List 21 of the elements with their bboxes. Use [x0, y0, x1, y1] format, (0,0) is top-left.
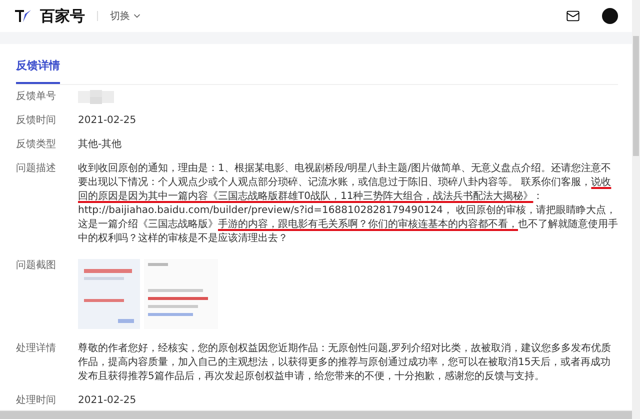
field-label: 反馈类型 [16, 138, 57, 152]
logo-icon [14, 9, 32, 23]
mail-icon[interactable] [566, 9, 580, 23]
field-value: 2021-02-25 [78, 394, 138, 408]
switch-button[interactable]: 切换 [110, 9, 142, 23]
field-label: 问题描述 [16, 162, 57, 176]
field-label: 反馈时间 [16, 114, 57, 128]
field-value: 2021-02-25 [78, 114, 138, 128]
field-value: 尊敬的作者您好，经核实，您的原创权益因您近期作品：无原创性问题,罗列介绍对比类，故被取消，建议您多多发布优质作品，提高内容质量，加入自己的主观想法，以获得更多的推荐与原创通过成功率，您可以在被取消15天后，或者再成功发布且获得推荐5篇作品后，再次发起原创权益申请，给您带来的不便，十分抱歉，感谢您的反馈与支持。 [78, 342, 612, 384]
field-value: 其他-其他 [78, 138, 123, 152]
field-label: 处理时间 [16, 394, 57, 408]
logo-text: 百家号 [40, 6, 85, 26]
field-label: 反馈单号 [16, 90, 57, 104]
field-label: 处理详情 [16, 342, 57, 356]
scrollbar[interactable] [632, 0, 640, 419]
avatar[interactable] [602, 8, 618, 24]
scrollbar[interactable] [0, 410, 632, 419]
redacted-value [78, 90, 114, 104]
field-label: 问题截图 [16, 259, 57, 273]
tab[interactable]: 反馈详情 [16, 44, 60, 84]
field-value: 收到收回原创的通知，理由是：1、根据某电影、电视剧桥段/明星八卦主题/图片做简单、无意义盘点介绍。还请您注意不要出现以下情况：个人观点少或个人观点部分琐碎、记流水账，或信息过于陈旧、琐碎八卦内容等。 联系你们客服，说收回的原因是因为其中一篇内容《三国志战略版群雄T0战队，11种三势阵大组合，战法兵书配法大揭秘》：http://baijiahao.baidu.com/builder/preview/s?id=1688102828179490124， 收回原创的审核，请把眼睛睁大点，这是一篇介绍《三国志战略版》手游的内容，跟电影有毛关系啊？你们的审核连基本的内容都不看，也不了解就随意使用手中的权利吗？这样的审核是不是应该清理出去？ [78, 162, 618, 246]
